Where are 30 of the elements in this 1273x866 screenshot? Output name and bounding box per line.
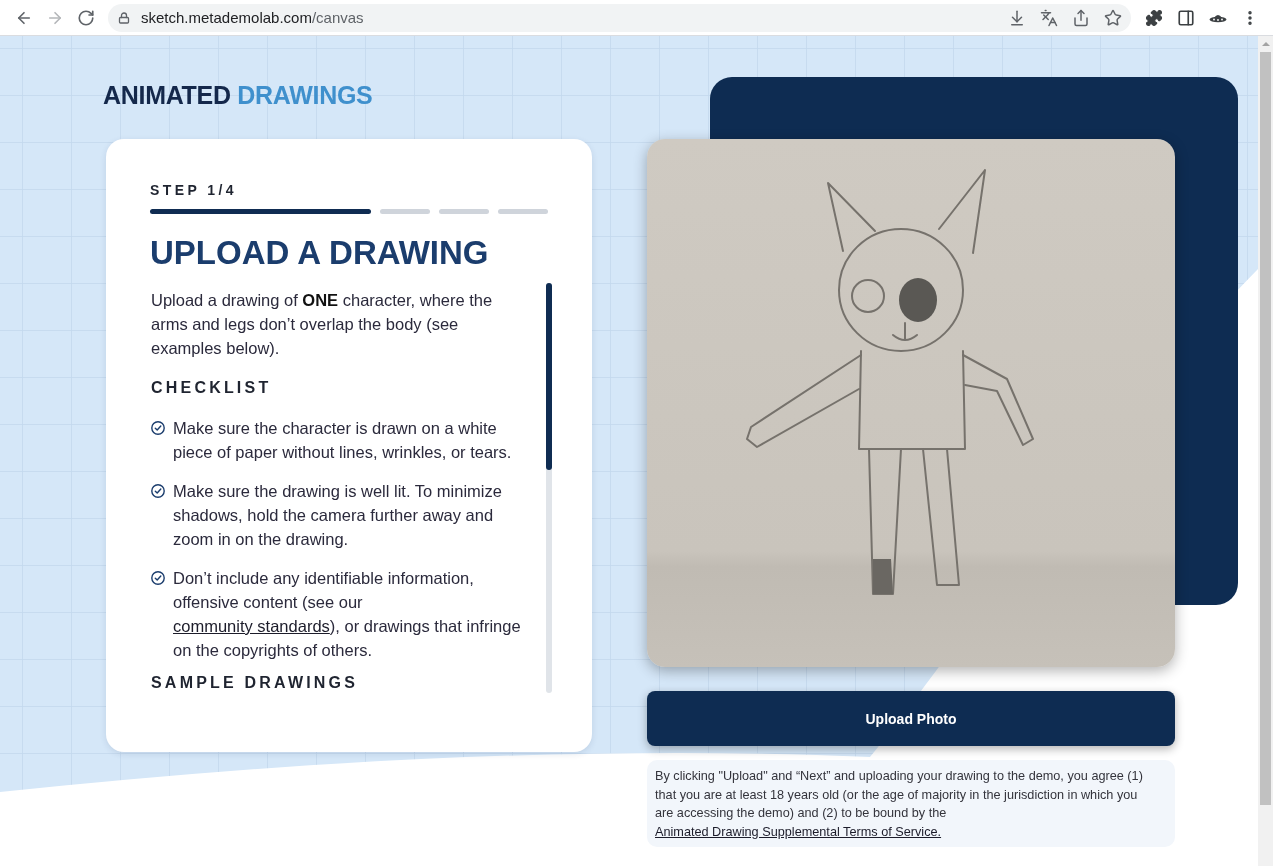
upload-photo-button[interactable]: Upload Photo xyxy=(647,691,1175,746)
checklist-heading: CHECKLIST xyxy=(151,378,273,398)
url-text[interactable]: sketch.metademolab.com/canvas xyxy=(141,9,364,26)
terms-link[interactable]: Animated Drawing Supplemental Terms of Service. xyxy=(655,824,942,839)
standards-link[interactable]: community standards xyxy=(173,617,330,635)
step-title: UPLOAD A DRAWING xyxy=(150,233,490,273)
check-circle-icon xyxy=(151,571,165,585)
download-icon[interactable] xyxy=(1008,8,1026,27)
scrollbar-thumb[interactable] xyxy=(546,283,552,470)
reload-icon[interactable] xyxy=(77,8,95,27)
lock-icon xyxy=(118,11,130,24)
checklist-text: Make sure the character is drawn on a white piece of paper without lines, wrinkles, or tears. xyxy=(173,418,513,463)
checklist-text: Make sure the drawing is well lit. To minimize shadows, hold the camera further away and zoom in on the drawing. xyxy=(173,481,503,550)
section-heading: SAMPLE DRAWINGS xyxy=(151,674,360,692)
side-panel-icon[interactable] xyxy=(1177,8,1195,27)
check-circle-icon xyxy=(151,421,165,435)
logo-text: ANIMATED DRAWINGS xyxy=(103,81,373,109)
star-icon[interactable] xyxy=(1104,8,1122,27)
step-label: STEP 1/4 xyxy=(150,181,238,199)
disclaimer-text: By clicking "Upload" and “Next” and uploading your drawing to the demo, you agree (1) that you are at least 18 years old (or the age of majority in the jurisdiction in which you are accessing the demo) and (2) to be bound by the Animated Drawing Supplemental Terms of Service. xyxy=(655,768,1144,841)
scrollbar-track[interactable] xyxy=(546,283,552,693)
translate-icon[interactable] xyxy=(1040,8,1058,27)
check-circle-icon xyxy=(151,484,165,498)
address-bar[interactable]: sketch.metademolab.com/canvas xyxy=(108,3,1131,32)
page-scrollbar-thumb[interactable] xyxy=(1260,52,1271,805)
share-icon[interactable] xyxy=(1072,8,1090,27)
intro-text: Upload a drawing of ONE character, where the arms and legs don’t overlap the body (see examples below). xyxy=(151,290,494,359)
page-scrollbar[interactable] xyxy=(1258,36,1273,866)
puzzle-icon[interactable] xyxy=(1145,8,1163,27)
checklist-text: Don’t include any identifiable information, offensive content (see our community standards), or drawings that infringe on the copyrights of others. xyxy=(173,568,522,661)
